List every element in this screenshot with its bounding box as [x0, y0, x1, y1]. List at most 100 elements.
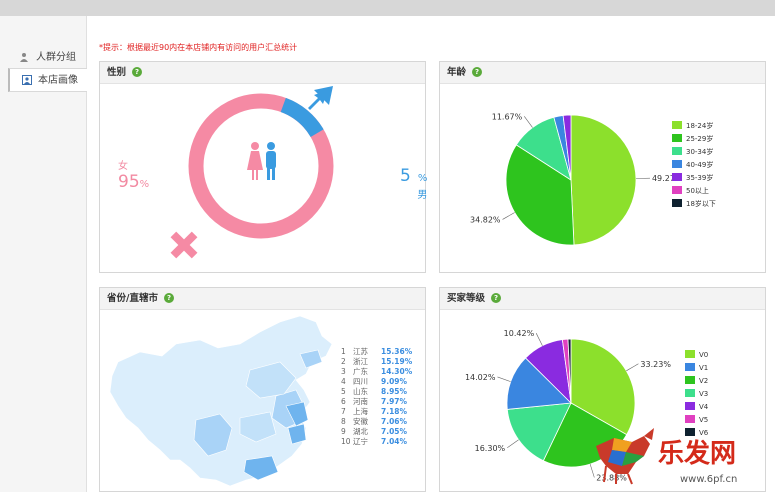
province-name: 江苏	[353, 347, 381, 357]
legend-item[interactable]: V1	[685, 363, 708, 376]
pie-slice-18-24岁[interactable]	[571, 115, 636, 245]
province-rank-row: 4四川9.09%	[341, 377, 412, 387]
rank-number: 4	[341, 377, 353, 387]
legend-swatch	[685, 376, 695, 384]
rank-number: 1	[341, 347, 353, 357]
province-name: 浙江	[353, 357, 381, 367]
province-rank-row: 10辽宁7.04%	[341, 437, 412, 447]
legend-label: 18岁以下	[686, 200, 716, 208]
legend-label: 25-29岁	[686, 135, 713, 143]
panel-title: 买家等级	[447, 293, 485, 304]
pie-data-label: 33.23%	[640, 360, 671, 369]
rank-number: 8	[341, 417, 353, 427]
pie-data-label: 11.67%	[492, 112, 523, 121]
legend-item[interactable]: V4	[685, 402, 708, 415]
legend-item[interactable]: 30-34岁	[672, 147, 716, 160]
legend-item[interactable]: 18岁以下	[672, 199, 716, 212]
legend-swatch	[672, 173, 682, 181]
province-name: 安徽	[353, 417, 381, 427]
legend-label: 50以上	[686, 187, 709, 195]
legend-label: 18-24岁	[686, 122, 713, 130]
rank-number: 2	[341, 357, 353, 367]
legend-item[interactable]: V0	[685, 350, 708, 363]
province-percent: 15.19%	[381, 357, 412, 367]
top-bar	[0, 0, 775, 16]
legend-item[interactable]: 25-29岁	[672, 134, 716, 147]
pie-label-line	[503, 212, 515, 219]
pie-data-label: 34.82%	[470, 215, 501, 224]
legend-label: V0	[699, 351, 708, 359]
legend-swatch	[672, 160, 682, 168]
legend-item[interactable]: 50以上	[672, 186, 716, 199]
legend-swatch	[685, 350, 695, 358]
legend-item[interactable]: 40-49岁	[672, 160, 716, 173]
province-name: 四川	[353, 377, 381, 387]
male-stat: 5 % 男	[400, 166, 427, 201]
sidebar: 人群分组 本店画像	[0, 16, 87, 492]
legend-swatch	[685, 363, 695, 371]
male-label: 男	[400, 186, 427, 201]
main-content: *提示：根据最近90内在本店铺内有访问的用户汇总统计 性别?	[88, 16, 775, 492]
province-rank-row: 3广东14.30%	[341, 367, 412, 377]
help-icon[interactable]: ?	[132, 67, 142, 77]
sidebar-item-crowd-group[interactable]: 人群分组	[8, 46, 87, 70]
age-panel: 年龄? 49.27%34.82%11.67% 18-24岁25-29岁30-34…	[439, 61, 766, 273]
pie-data-label: 16.30%	[475, 444, 506, 453]
legend-item[interactable]: V2	[685, 376, 708, 389]
watermark-url: www.6pf.cn	[680, 474, 737, 485]
legend-swatch	[672, 186, 682, 194]
province-percent: 7.04%	[381, 437, 407, 447]
male-person-icon	[266, 142, 276, 180]
legend-swatch	[672, 121, 682, 129]
female-label: 女	[118, 157, 149, 172]
province-rank-row: 8安徽7.06%	[341, 417, 412, 427]
pie-data-label: 14.02%	[465, 373, 496, 382]
users-icon	[20, 52, 30, 62]
pie-label-line	[536, 333, 542, 346]
province-rank-row: 1江苏15.36%	[341, 347, 412, 357]
legend-label: V4	[699, 403, 708, 411]
panel-header: 买家等级?	[440, 288, 765, 310]
rank-number: 6	[341, 397, 353, 407]
male-unit: %	[418, 173, 428, 184]
help-icon[interactable]: ?	[491, 293, 501, 303]
legend-item[interactable]: V3	[685, 389, 708, 402]
male-arrow-icon	[308, 86, 333, 110]
hint-text: *提示：根据最近90内在本店铺内有访问的用户汇总统计	[99, 42, 297, 53]
female-cross-icon	[171, 232, 198, 259]
province-percent: 7.18%	[381, 407, 407, 417]
legend-label: 30-34岁	[686, 148, 713, 156]
legend-item[interactable]: 18-24岁	[672, 121, 716, 134]
pie-label-line	[626, 364, 638, 371]
province-percent: 7.05%	[381, 427, 407, 437]
rank-number: 10	[341, 437, 353, 447]
province-name: 山东	[353, 387, 381, 397]
province-rank-row: 9湖北7.05%	[341, 427, 412, 437]
female-stat: 女 95%	[118, 157, 149, 192]
legend-swatch	[685, 402, 695, 410]
panel-header: 省份/直辖市?	[100, 288, 425, 310]
province-ranking: 1江苏15.36%2浙江15.19%3广东14.30%4四川9.09%5山东8.…	[341, 347, 412, 447]
help-icon[interactable]: ?	[472, 67, 482, 77]
rank-number: 9	[341, 427, 353, 437]
legend-item[interactable]: 35-39岁	[672, 173, 716, 186]
sidebar-item-store-profile[interactable]: 本店画像	[8, 68, 87, 92]
sidebar-item-label: 人群分组	[36, 52, 76, 63]
bull-logo-icon	[596, 428, 654, 484]
panel-title: 年龄	[447, 67, 466, 78]
rank-number: 5	[341, 387, 353, 397]
sidebar-item-label: 本店画像	[38, 75, 78, 86]
legend-swatch	[685, 389, 695, 397]
legend-label: 35-39岁	[686, 174, 713, 182]
province-name: 湖北	[353, 427, 381, 437]
province-name: 广东	[353, 367, 381, 377]
legend-swatch	[672, 134, 682, 142]
panel-header: 年龄?	[440, 62, 765, 84]
watermark-brand: 乐发网	[658, 438, 736, 469]
province-panel: 省份/直辖市? 1江苏15.36%2浙江15.19%3广东14.30%4四川9.…	[99, 287, 426, 492]
female-person-icon	[247, 142, 263, 180]
legend-swatch	[672, 147, 682, 155]
female-value: 95	[118, 172, 140, 192]
help-icon[interactable]: ?	[164, 293, 174, 303]
province-name: 辽宁	[353, 437, 381, 447]
